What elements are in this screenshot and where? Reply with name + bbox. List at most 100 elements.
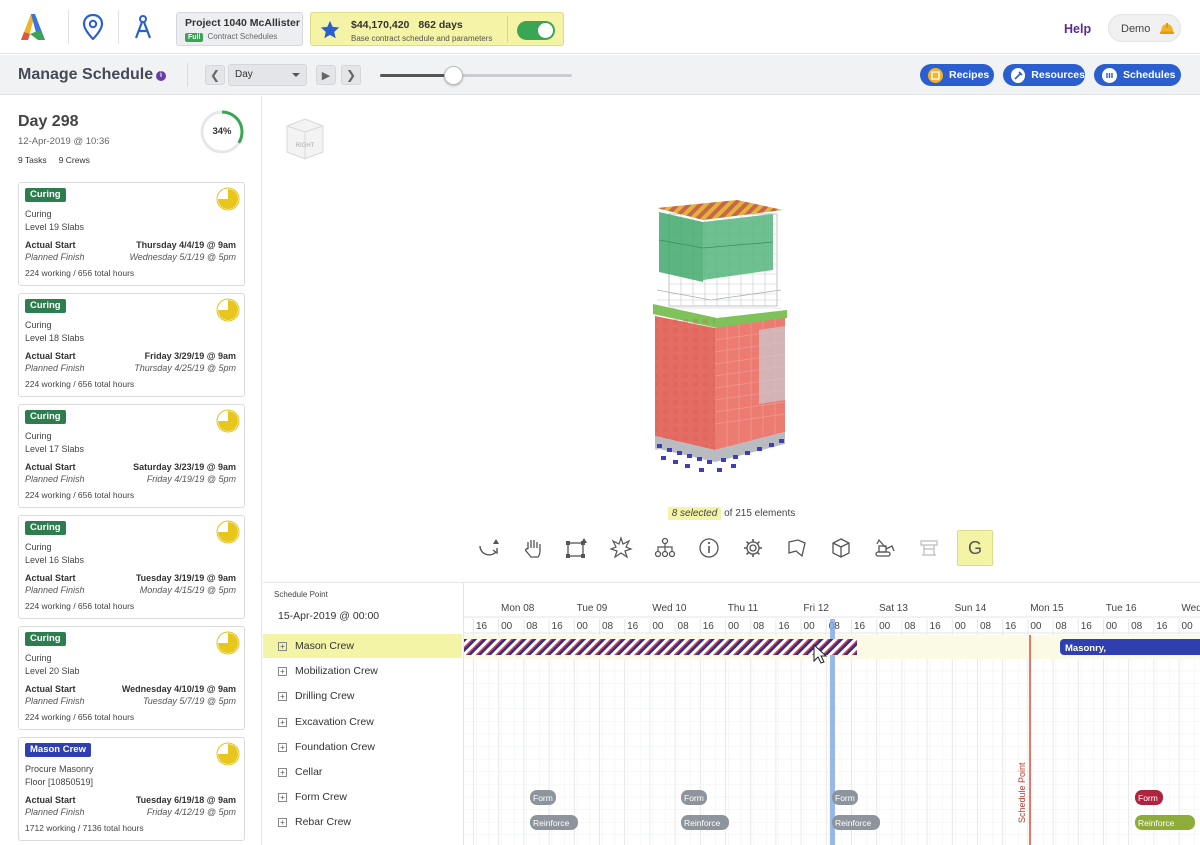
next-button[interactable]: ❯ [341, 65, 361, 85]
hour-label: 00 [728, 621, 740, 632]
planned-finish-label: Planned Finish [25, 474, 85, 484]
model-viewer[interactable]: RIGHT 8 selected of 215 elements G [263, 96, 1200, 581]
chevron-left-icon: ❮ [209, 68, 221, 82]
total-elements: of 215 elements [724, 508, 796, 519]
explode-icon[interactable] [603, 530, 639, 566]
hierarchy-icon[interactable] [647, 530, 683, 566]
form-task-label: Form [533, 793, 553, 803]
recipes-icon [928, 67, 943, 83]
schedules-button[interactable]: Schedules [1094, 64, 1181, 86]
task-hours: 224 working / 656 total hours [25, 490, 135, 500]
task-card[interactable]: Curing Curing Level 16 Slabs Actual Start Tu… [18, 515, 245, 619]
planned-finish-value: Friday 4/19/19 @ 5pm [146, 474, 236, 484]
expand-plus-icon[interactable]: + [278, 793, 287, 803]
crew-name: Cellar [295, 766, 323, 778]
info-icon[interactable]: i [156, 71, 166, 81]
expand-plus-icon[interactable]: + [278, 818, 287, 828]
flag-icon[interactable] [779, 530, 815, 566]
view-cube[interactable]: RIGHT [284, 116, 326, 162]
crew-row[interactable]: + Rebar Crew [263, 810, 462, 834]
crew-name: Mobilization Crew [295, 665, 378, 678]
info-icon[interactable] [691, 530, 727, 566]
crew-name: Mason Crew [295, 640, 354, 652]
day-label: Wed 10 [652, 603, 687, 614]
cube-icon[interactable] [823, 530, 859, 566]
day-label: Sat 13 [879, 603, 908, 614]
crew-row[interactable]: + Foundation Crew [263, 735, 462, 759]
day-date: 12-Apr-2019 @ 10:36 [18, 136, 110, 147]
hour-label: 08 [678, 621, 690, 632]
contract-summary[interactable]: $44,170,420 862 days Base contract schedu… [310, 12, 564, 46]
reinforce-task-label: Reinforce [1138, 818, 1175, 828]
task-card[interactable]: Curing Curing Level 18 Slabs Actual Start Fr… [18, 293, 245, 397]
selected-count: 8 selected [667, 507, 722, 520]
crew-row[interactable]: + Drilling Crew [263, 684, 462, 708]
app-logo-icon[interactable] [16, 10, 50, 44]
planned-finish-label: Planned Finish [25, 363, 85, 373]
task-hours: 224 working / 656 total hours [25, 379, 135, 389]
schedule-point-label: Schedule Point [274, 590, 328, 599]
task-card[interactable]: Curing Curing Level 19 Slabs Actual Start Th… [18, 182, 245, 286]
task-progress-pie [216, 520, 240, 544]
time-zoom-slider[interactable] [380, 66, 572, 85]
crew-row[interactable]: + Cellar [263, 760, 462, 784]
task-hours: 1712 working / 7136 total hours [25, 823, 144, 833]
play-button[interactable]: ▶ [316, 65, 336, 85]
hour-label: 16 [1156, 621, 1168, 632]
settings-gear-icon[interactable] [735, 530, 771, 566]
actual-start-label: Actual Start [25, 240, 76, 250]
building-3d-model[interactable] [651, 200, 801, 490]
help-link[interactable]: Help [1064, 22, 1091, 36]
expand-plus-icon[interactable]: + [278, 667, 287, 677]
user-menu-button[interactable]: Demo [1108, 14, 1181, 42]
task-location: Level 20 Slab [25, 666, 80, 676]
expand-plus-icon[interactable]: + [278, 717, 287, 727]
location-pin-icon[interactable] [76, 10, 110, 44]
task-name: Curing [25, 320, 52, 330]
box-select-icon[interactable] [559, 530, 595, 566]
task-progress-pie [216, 742, 240, 766]
reinforce-task-label: Reinforce [835, 818, 872, 828]
task-card[interactable]: Curing Curing Level 17 Slabs Actual Start Sa… [18, 404, 245, 508]
task-progress-pie [216, 187, 240, 211]
actual-start-label: Actual Start [25, 462, 76, 472]
selection-summary: 8 selected of 215 elements [263, 507, 1200, 520]
crew-row[interactable]: + Mobilization Crew [263, 659, 462, 683]
schedule-point-date[interactable]: 15-Apr-2019 @ 00:00 [278, 610, 379, 622]
day-label: Mon 08 [501, 603, 535, 614]
crew-row[interactable]: + Form Crew [263, 785, 462, 809]
rotate-icon[interactable] [471, 530, 507, 566]
resources-button[interactable]: Resources [1003, 64, 1085, 86]
chevron-right-icon: ❯ [345, 68, 357, 82]
task-card[interactable]: Mason Crew Procure Masonry Floor [10850519… [18, 737, 245, 841]
contract-toggle[interactable] [517, 21, 555, 40]
expand-plus-icon[interactable]: + [278, 642, 287, 651]
recipes-button[interactable]: Recipes [920, 64, 994, 86]
task-location: Level 19 Slabs [25, 222, 85, 232]
task-count: 9 Tasks [18, 155, 47, 165]
project-selector[interactable]: Project 1040 McAllister Full Contract Sch… [176, 12, 303, 46]
crew-count: 9 Crews [58, 155, 90, 165]
expand-plus-icon[interactable]: + [278, 742, 287, 752]
prev-button[interactable]: ❮ [205, 65, 225, 85]
expand-plus-icon[interactable]: + [278, 692, 287, 702]
slider-thumb[interactable] [443, 66, 463, 85]
crew-row[interactable]: + Mason Crew [263, 634, 462, 658]
hour-label: 08 [1131, 621, 1143, 632]
expand-plus-icon[interactable]: + [278, 768, 287, 777]
crew-row[interactable]: + Excavation Crew [263, 710, 462, 734]
pan-hand-icon[interactable] [515, 530, 551, 566]
gantt-mode-button[interactable]: G [957, 530, 993, 566]
view-mode-select[interactable]: Day [228, 64, 307, 86]
form-task-label: Form [835, 793, 855, 803]
compass-tool-icon[interactable] [126, 10, 160, 44]
gantt-timeline[interactable]: Mon 08 Tue 09 Wed 10 Thu 11 Fri 12 Sat 13 Sun … [463, 583, 1200, 845]
task-card[interactable]: Curing Curing Level 20 Slab Actual Start Wed… [18, 626, 245, 730]
planned-finish-label: Planned Finish [25, 696, 85, 706]
hour-label: 00 [1182, 621, 1194, 632]
hour-label: 08 [904, 621, 916, 632]
day-label: Fri 12 [803, 603, 829, 614]
excavator-icon[interactable] [867, 530, 903, 566]
crane-icon[interactable] [911, 530, 947, 566]
planned-finish-value: Monday 4/15/19 @ 5pm [139, 585, 236, 595]
